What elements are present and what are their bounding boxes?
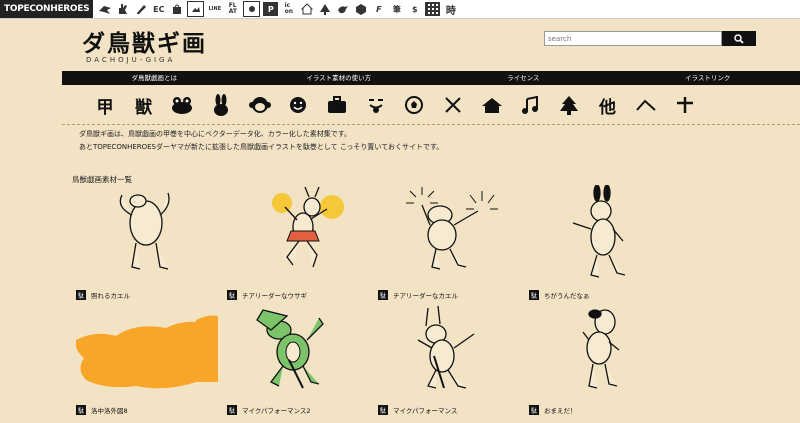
card-caption: 洛中洛外図8 <box>91 407 128 415</box>
illustration-card[interactable]: 駄照れるカエル <box>76 185 216 300</box>
site-logo[interactable]: ダ鳥獣ギ画 DACHOJU-GIGA <box>82 24 207 64</box>
card-caption: マイクパフォーマンス <box>393 407 458 415</box>
illustration-card[interactable]: 駄マイクパフォーマンス2 <box>227 300 367 415</box>
plus-icon[interactable] <box>670 92 700 118</box>
da-tag: 駄 <box>76 405 86 415</box>
mountain-icon[interactable] <box>631 92 661 118</box>
house-icon[interactable] <box>477 92 507 118</box>
search-form <box>544 31 756 46</box>
da-tag: 駄 <box>378 290 388 300</box>
category-icons: 甲 獣 他 <box>90 92 700 118</box>
nav-usage[interactable]: イラスト素材の使い方 <box>247 71 432 85</box>
card-caption: 照れるカエル <box>91 292 130 300</box>
shy-frog-illustration <box>119 192 170 270</box>
da-tag: 駄 <box>378 405 388 415</box>
cheerleader-rabbit-illustration <box>272 186 344 268</box>
line-icon[interactable]: LINE <box>207 2 222 16</box>
da-tag: 駄 <box>227 290 237 300</box>
pen-icon[interactable] <box>133 2 148 16</box>
illustration-card[interactable]: 駄マイクパフォーマンス <box>378 300 518 415</box>
illustration-card[interactable]: 駄おまえだ！ <box>529 300 669 415</box>
house-icon[interactable] <box>299 2 314 16</box>
tree-icon[interactable] <box>317 2 332 16</box>
intro-text: ダ鳥獣ギ画は、鳥獣戯画の甲巻を中心にベクターデータ化、カラー化した素材集です。 … <box>79 128 443 154</box>
da-tag: 駄 <box>227 405 237 415</box>
f-icon[interactable]: F <box>371 2 386 16</box>
card-caption: マイクパフォーマンス2 <box>242 407 311 415</box>
da-tag: 駄 <box>529 290 539 300</box>
nav-links[interactable]: イラストリンク <box>616 71 800 85</box>
pointing-rabbit-illustration <box>582 309 620 389</box>
nav-about[interactable]: ダ鳥獣戯画とは <box>62 71 247 85</box>
smile-icon[interactable] <box>283 92 313 118</box>
monkey-icon[interactable] <box>245 92 275 118</box>
cheerleader-frog-illustration <box>406 187 498 270</box>
mic-rabbit-illustration <box>417 305 475 389</box>
illustration-card[interactable]: 駄チアリーダーなウサギ <box>227 185 367 300</box>
card-caption: おまえだ！ <box>544 407 577 415</box>
flat-icon[interactable]: FL AT <box>225 2 240 16</box>
hand-icon[interactable] <box>115 2 130 16</box>
da-category-icon[interactable]: 獣 <box>129 92 159 118</box>
bag-icon[interactable] <box>322 92 352 118</box>
divider <box>62 124 800 125</box>
intro-line-2: あとTOPECONHEROESダーヤマが新たに拡張した鳥獣戯画イラストを駄巻とし… <box>79 143 444 151</box>
brush-icon[interactable]: 筆 <box>389 2 404 16</box>
nav-license[interactable]: ライセンス <box>431 71 616 85</box>
time-kanji-icon[interactable]: 時 <box>443 2 458 17</box>
card-caption: ちがうんだなぁ <box>544 292 590 300</box>
rabbit-shrug-illustration <box>572 185 626 278</box>
card-caption: チアリーダーなカエル <box>393 292 458 300</box>
logo-title: ダ鳥獣ギ画 <box>82 30 207 57</box>
top-site-icons: EC LINE FL AT P ic on F 筆 $ 時 <box>97 1 461 17</box>
image-icon[interactable] <box>187 1 205 17</box>
music-note-icon[interactable] <box>515 92 545 118</box>
kou-category-icon[interactable]: 甲 <box>90 92 120 118</box>
ec-icon[interactable]: EC <box>151 2 166 16</box>
search-input[interactable] <box>544 31 722 46</box>
illustration-card[interactable]: 駄洛中洛外図8 <box>76 300 218 415</box>
bag-icon[interactable] <box>169 2 184 16</box>
rabbit-icon[interactable] <box>206 92 236 118</box>
crossed-swords-icon[interactable] <box>438 92 468 118</box>
crow-icon[interactable] <box>97 2 112 16</box>
site-brand-link[interactable]: TOPECONHEROES <box>0 0 94 18</box>
search-button[interactable] <box>722 31 756 46</box>
tongue-face-icon[interactable] <box>361 92 391 118</box>
p-icon[interactable]: P <box>263 2 279 16</box>
main-nav: ダ鳥獣戯画とは イラスト素材の使い方 ライセンス イラストリンク <box>62 71 800 85</box>
ball-icon[interactable] <box>399 92 429 118</box>
da-tag: 駄 <box>529 405 539 415</box>
other-category-icon[interactable]: 他 <box>593 92 623 118</box>
top-bar: TOPECONHEROES EC LINE FL AT P ic on F 筆 … <box>0 0 800 19</box>
icon-text-icon[interactable]: ic on <box>281 2 296 16</box>
ab-icon[interactable] <box>243 1 261 17</box>
yen-icon[interactable]: $ <box>407 2 422 16</box>
grid-icon[interactable] <box>425 2 441 16</box>
illustration-card[interactable]: 駄ちがうんだなぁ <box>529 185 669 300</box>
search-icon <box>734 33 744 44</box>
hex-icon[interactable] <box>353 2 368 16</box>
da-tag: 駄 <box>76 290 86 300</box>
tree-icon[interactable] <box>554 92 584 118</box>
bird-icon[interactable] <box>335 2 350 16</box>
intro-line-1: ダ鳥獣ギ画は、鳥獣戯画の甲巻を中心にベクターデータ化、カラー化した素材集です。 <box>79 130 352 138</box>
golden-cloud-illustration <box>76 315 218 389</box>
mic-frog-illustration <box>256 309 324 389</box>
frog-icon[interactable] <box>167 92 197 118</box>
section-title: 鳥獣戯画素材一覧 <box>72 175 132 184</box>
illustration-card[interactable]: 駄チアリーダーなカエル <box>378 185 518 300</box>
card-caption: チアリーダーなウサギ <box>242 292 307 300</box>
